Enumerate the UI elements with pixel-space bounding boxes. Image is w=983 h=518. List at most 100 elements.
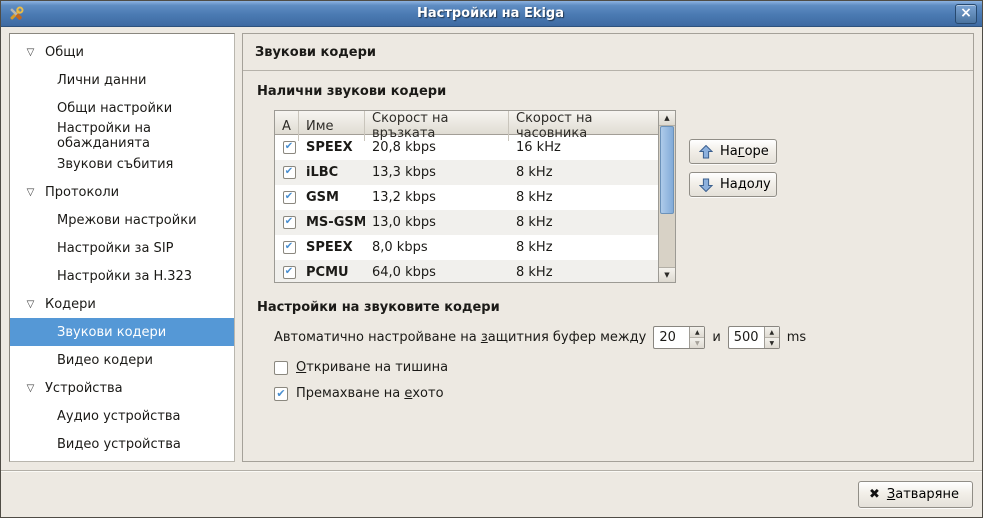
codec-bitrate: 64,0 kbps — [365, 265, 509, 280]
jitter-min-value[interactable]: 20 — [654, 327, 689, 348]
check-icon: ✔ — [285, 267, 293, 277]
sidebar-item-label: Протоколи — [45, 185, 119, 200]
sidebar-group-protocols[interactable]: ▽ Протоколи — [10, 178, 234, 206]
column-header-clock[interactable]: Скорост на часовника — [509, 111, 658, 141]
sidebar-item-video-devices[interactable]: Видео устройства — [10, 430, 234, 458]
codecs-table: A Име Скорост на връзката Скорост на час… — [274, 110, 676, 283]
scrollbar-track[interactable] — [659, 126, 675, 267]
move-down-button[interactable]: Надолу — [689, 172, 777, 197]
codec-enabled-checkbox[interactable]: ✔ — [283, 266, 296, 279]
table-row[interactable]: ✔ GSM 13,2 kbps 8 kHz — [275, 185, 658, 210]
window-close-button[interactable]: × — [955, 4, 977, 24]
scrollbar-thumb[interactable] — [660, 126, 674, 214]
sidebar-item-video-codecs[interactable]: Видео кодери — [10, 346, 234, 374]
down-arrow-icon — [699, 178, 713, 192]
codec-enabled-checkbox[interactable]: ✔ — [283, 216, 296, 229]
close-button[interactable]: ✖ Затваряне — [858, 481, 973, 508]
spin-down-button[interactable]: ▼ — [765, 338, 779, 348]
sidebar-item-label: Настройки за H.323 — [57, 269, 192, 284]
silence-detection-label: Откриване на тишина — [296, 360, 448, 375]
codec-name: SPEEX — [299, 140, 365, 155]
jitter-and-label: и — [712, 330, 720, 345]
sidebar-item-network-settings[interactable]: Мрежови настройки — [10, 206, 234, 234]
sidebar-item-call-options[interactable]: Настройки на обажданията — [10, 122, 234, 150]
sidebar-item-general-settings[interactable]: Общи настройки — [10, 94, 234, 122]
codec-clock: 8 kHz — [509, 165, 658, 180]
sidebar-item-label: Лични данни — [57, 73, 146, 88]
jitter-unit-label: ms — [787, 330, 806, 345]
sidebar-item-label: Звукови кодери — [57, 325, 166, 340]
codec-bitrate: 13,0 kbps — [365, 215, 509, 230]
close-icon: × — [960, 6, 972, 20]
sidebar-item-label: Настройки за SIP — [57, 241, 174, 256]
sidebar-item-audio-devices[interactable]: Аудио устройства — [10, 402, 234, 430]
spin-up-button[interactable]: ▲ — [690, 327, 704, 338]
preferences-window: Настройки на Ekiga × ▽ Общи Лични данни … — [0, 0, 983, 518]
column-header-bitrate[interactable]: Скорост на връзката — [365, 111, 509, 141]
table-row[interactable]: ✔ SPEEX 8,0 kbps 8 kHz — [275, 235, 658, 260]
move-down-label: Надолу — [720, 177, 771, 192]
page-title: Звукови кодери — [243, 34, 973, 70]
scroll-down-button[interactable]: ▼ — [659, 267, 675, 282]
sidebar-item-label: Видео кодери — [57, 353, 153, 368]
jitter-buffer-label: Автоматично настройване на защитния буфе… — [274, 330, 646, 345]
sidebar-item-audio-codecs[interactable]: Звукови кодери — [10, 318, 234, 346]
sidebar-item-label: Устройства — [45, 381, 123, 396]
spin-up-button[interactable]: ▲ — [765, 327, 779, 338]
sidebar-item-label: Общи настройки — [57, 101, 172, 116]
scroll-up-icon: ▲ — [664, 114, 669, 122]
sidebar-group-devices[interactable]: ▽ Устройства — [10, 374, 234, 402]
sidebar-item-sound-events[interactable]: Звукови събития — [10, 150, 234, 178]
table-row[interactable]: ✔ PCMU 64,0 kbps 8 kHz — [275, 260, 658, 283]
sidebar-item-label: Мрежови настройки — [57, 213, 197, 228]
sidebar-group-general[interactable]: ▽ Общи — [10, 38, 234, 66]
sidebar-item-label: Общи — [45, 45, 84, 60]
codec-settings-title: Настройки на звуковите кодери — [257, 300, 959, 315]
codec-name: GSM — [299, 190, 365, 205]
check-icon: ✔ — [285, 167, 293, 177]
codec-enabled-checkbox[interactable]: ✔ — [283, 166, 296, 179]
scroll-up-button[interactable]: ▲ — [659, 111, 675, 126]
codec-bitrate: 8,0 kbps — [365, 240, 509, 255]
check-icon: ✔ — [285, 142, 293, 152]
codec-bitrate: 20,8 kbps — [365, 140, 509, 155]
codec-bitrate: 13,2 kbps — [365, 190, 509, 205]
sidebar-item-personal-data[interactable]: Лични данни — [10, 66, 234, 94]
codec-name: SPEEX — [299, 240, 365, 255]
sidebar-item-sip-settings[interactable]: Настройки за SIP — [10, 234, 234, 262]
codec-clock: 8 kHz — [509, 265, 658, 280]
tools-icon — [6, 4, 26, 24]
echo-cancellation-label: Премахване на ехото — [296, 386, 444, 401]
codec-enabled-checkbox[interactable]: ✔ — [283, 191, 296, 204]
column-header-name[interactable]: Име — [299, 111, 365, 141]
codec-name: MS-GSM — [299, 215, 365, 230]
table-row[interactable]: ✔ MS-GSM 13,0 kbps 8 kHz — [275, 210, 658, 235]
echo-cancellation-checkbox[interactable]: ✔ — [274, 387, 288, 401]
codec-clock: 8 kHz — [509, 215, 658, 230]
move-up-button[interactable]: Нагоре — [689, 139, 777, 164]
sections-tree: ▽ Общи Лични данни Общи настройки Настро… — [9, 33, 235, 462]
silence-detection-checkbox[interactable]: ✔ — [274, 361, 288, 375]
vertical-scrollbar[interactable]: ▲ ▼ — [658, 111, 675, 282]
available-codecs-title: Налични звукови кодери — [257, 84, 959, 99]
codec-enabled-checkbox[interactable]: ✔ — [283, 241, 296, 254]
check-icon: ✔ — [276, 388, 285, 399]
spin-down-button[interactable]: ▼ — [690, 338, 704, 348]
expander-icon[interactable]: ▽ — [22, 47, 39, 58]
codec-enabled-checkbox[interactable]: ✔ — [283, 141, 296, 154]
sidebar-item-h323-settings[interactable]: Настройки за H.323 — [10, 262, 234, 290]
expander-icon[interactable]: ▽ — [22, 187, 39, 198]
sidebar-item-label: Кодери — [45, 297, 96, 312]
codec-clock: 16 kHz — [509, 140, 658, 155]
sidebar-group-codecs[interactable]: ▽ Кодери — [10, 290, 234, 318]
expander-icon[interactable]: ▽ — [22, 299, 39, 310]
jitter-min-spinbox[interactable]: 20 ▲ ▼ — [653, 326, 705, 349]
table-row[interactable]: ✔ iLBC 13,3 kbps 8 kHz — [275, 160, 658, 185]
jitter-max-value[interactable]: 500 — [729, 327, 764, 348]
close-button-label: Затваряне — [887, 487, 959, 502]
jitter-max-spinbox[interactable]: 500 ▲ ▼ — [728, 326, 780, 349]
titlebar[interactable]: Настройки на Ekiga × — [1, 1, 982, 27]
scroll-down-icon: ▼ — [664, 271, 669, 279]
expander-icon[interactable]: ▽ — [22, 383, 39, 394]
column-header-active[interactable]: A — [275, 111, 299, 141]
